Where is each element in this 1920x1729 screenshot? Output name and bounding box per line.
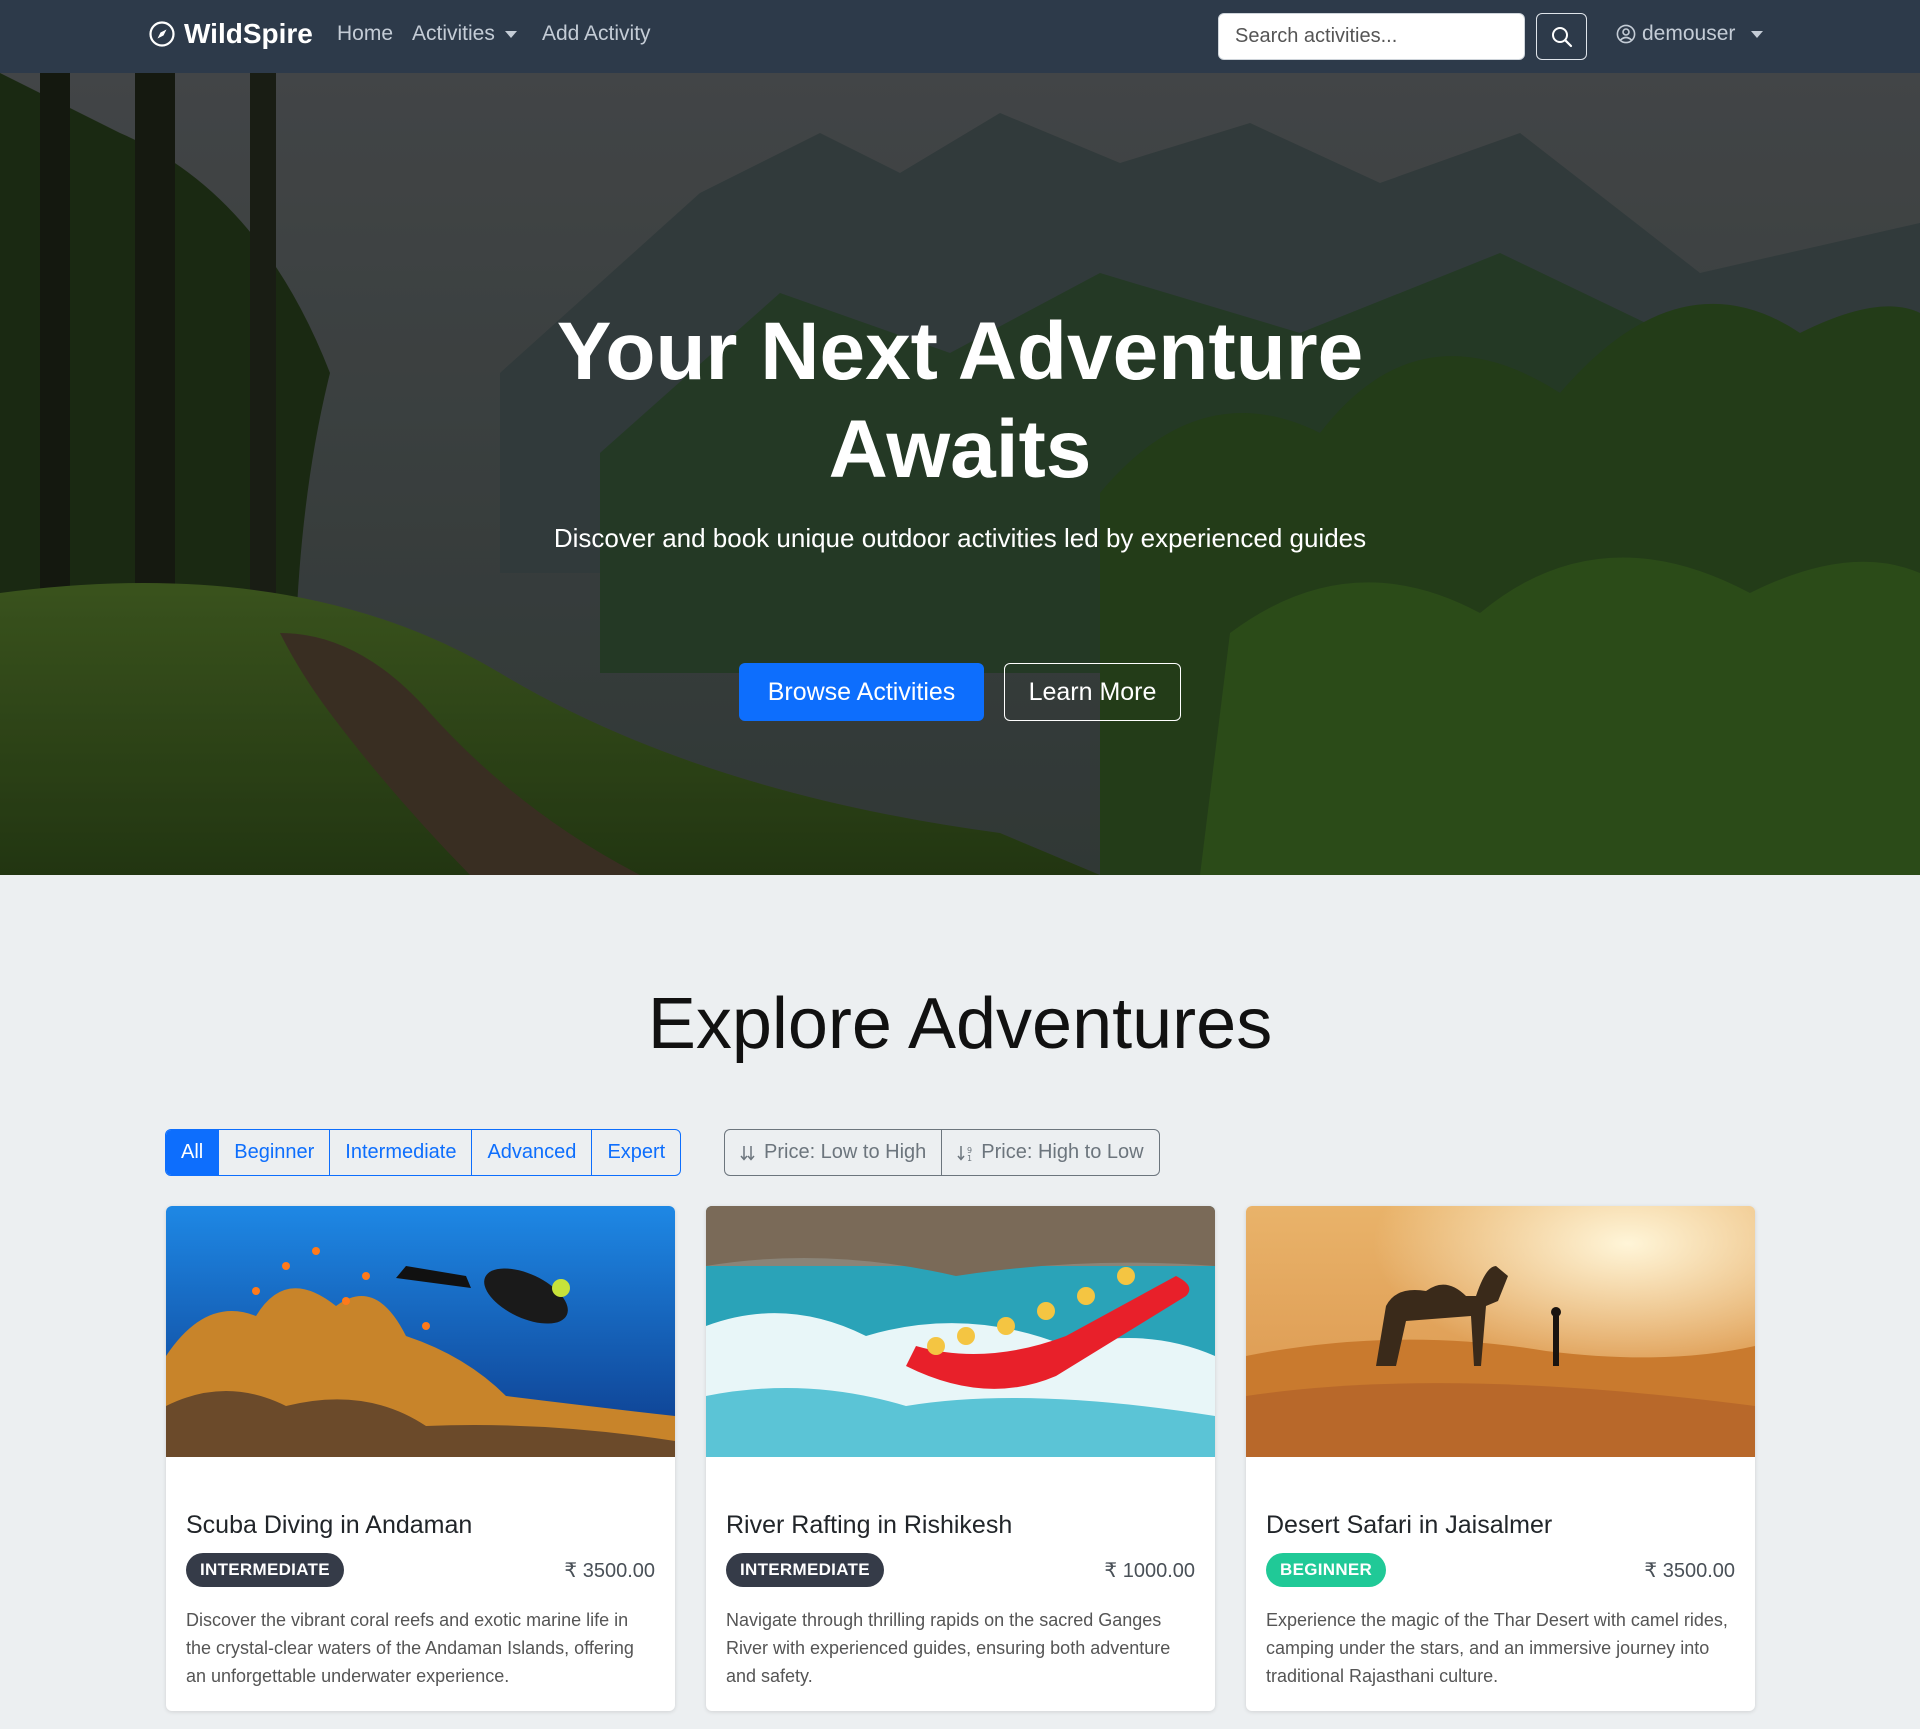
nav-add-activity[interactable]: Add Activity bbox=[542, 22, 651, 46]
brand-logo[interactable]: WildSpire bbox=[148, 18, 313, 50]
chevron-down-icon bbox=[1751, 30, 1764, 38]
browse-activities-button[interactable]: Browse Activities bbox=[739, 663, 984, 721]
activity-card[interactable]: Scuba Diving in Andaman INTERMEDIATE ₹ 3… bbox=[166, 1206, 675, 1711]
card-title[interactable]: River Rafting in Rishikesh bbox=[726, 1511, 1012, 1540]
navbar: WildSpire Home Activities Add Activity d… bbox=[0, 0, 1920, 73]
nav-activities-dropdown[interactable]: Activities bbox=[412, 22, 517, 46]
price-label: ₹ 3500.00 bbox=[564, 1560, 655, 1582]
search-icon bbox=[1551, 26, 1572, 47]
hero-title: Your Next Adventure Awaits bbox=[556, 306, 1364, 495]
difficulty-badge: BEGINNER bbox=[1266, 1553, 1387, 1587]
difficulty-filter-group: All Beginner Intermediate Advanced Exper… bbox=[165, 1129, 682, 1176]
hero-subtitle: Discover and book unique outdoor activit… bbox=[553, 523, 1367, 553]
hero-banner: Your Next Adventure Awaits Discover and … bbox=[0, 73, 1920, 875]
svg-text:1: 1 bbox=[967, 1154, 972, 1162]
sort-asc-label: Price: Low to High bbox=[764, 1141, 927, 1163]
card-description: Experience the magic of the Thar Desert … bbox=[1266, 1610, 1728, 1686]
activity-card[interactable]: Desert Safari in Jaisalmer BEGINNER ₹ 35… bbox=[1246, 1206, 1755, 1711]
sort-descending-icon: 9 1 bbox=[957, 1145, 972, 1162]
filter-beginner-button[interactable]: Beginner bbox=[218, 1130, 329, 1175]
difficulty-badge: INTERMEDIATE bbox=[726, 1553, 884, 1587]
brand-name: WildSpire bbox=[184, 18, 313, 49]
search-input[interactable] bbox=[1218, 13, 1525, 60]
chevron-down-icon bbox=[504, 30, 517, 38]
user-circle-icon bbox=[1616, 24, 1636, 44]
sort-button-group: Price: Low to High 9 1 Price: High to Lo… bbox=[724, 1129, 1160, 1176]
filter-intermediate-button[interactable]: Intermediate bbox=[329, 1130, 471, 1175]
filter-all-button[interactable]: All bbox=[166, 1130, 219, 1175]
filter-expert-button[interactable]: Expert bbox=[591, 1130, 680, 1175]
price-label: ₹ 1000.00 bbox=[1104, 1560, 1195, 1582]
scuba-diving-image bbox=[166, 1206, 675, 1457]
user-menu[interactable]: demouser bbox=[1616, 22, 1764, 46]
search-button[interactable] bbox=[1536, 13, 1587, 60]
section-title: Explore Adventures bbox=[647, 984, 1273, 1064]
sort-price-asc-button[interactable]: Price: Low to High bbox=[725, 1130, 941, 1175]
sort-ascending-icon bbox=[740, 1145, 755, 1161]
learn-more-button[interactable]: Learn More bbox=[1004, 663, 1181, 721]
river-rafting-image bbox=[706, 1206, 1215, 1457]
activity-card[interactable]: River Rafting in Rishikesh INTERMEDIATE … bbox=[706, 1206, 1215, 1711]
card-title[interactable]: Scuba Diving in Andaman bbox=[186, 1511, 472, 1540]
nav-activities-label: Activities bbox=[412, 22, 495, 45]
filter-advanced-button[interactable]: Advanced bbox=[471, 1130, 591, 1175]
sort-desc-label: Price: High to Low bbox=[981, 1141, 1144, 1163]
card-title[interactable]: Desert Safari in Jaisalmer bbox=[1266, 1511, 1552, 1540]
price-label: ₹ 3500.00 bbox=[1644, 1560, 1735, 1582]
compass-icon bbox=[149, 21, 175, 47]
card-description: Discover the vibrant coral reefs and exo… bbox=[186, 1610, 634, 1686]
card-description: Navigate through thrilling rapids on the… bbox=[726, 1610, 1171, 1686]
sort-price-desc-button[interactable]: 9 1 Price: High to Low bbox=[941, 1130, 1158, 1175]
desert-safari-image bbox=[1246, 1206, 1755, 1457]
username: demouser bbox=[1642, 22, 1736, 45]
difficulty-badge: INTERMEDIATE bbox=[186, 1553, 344, 1587]
nav-home[interactable]: Home bbox=[337, 22, 393, 46]
